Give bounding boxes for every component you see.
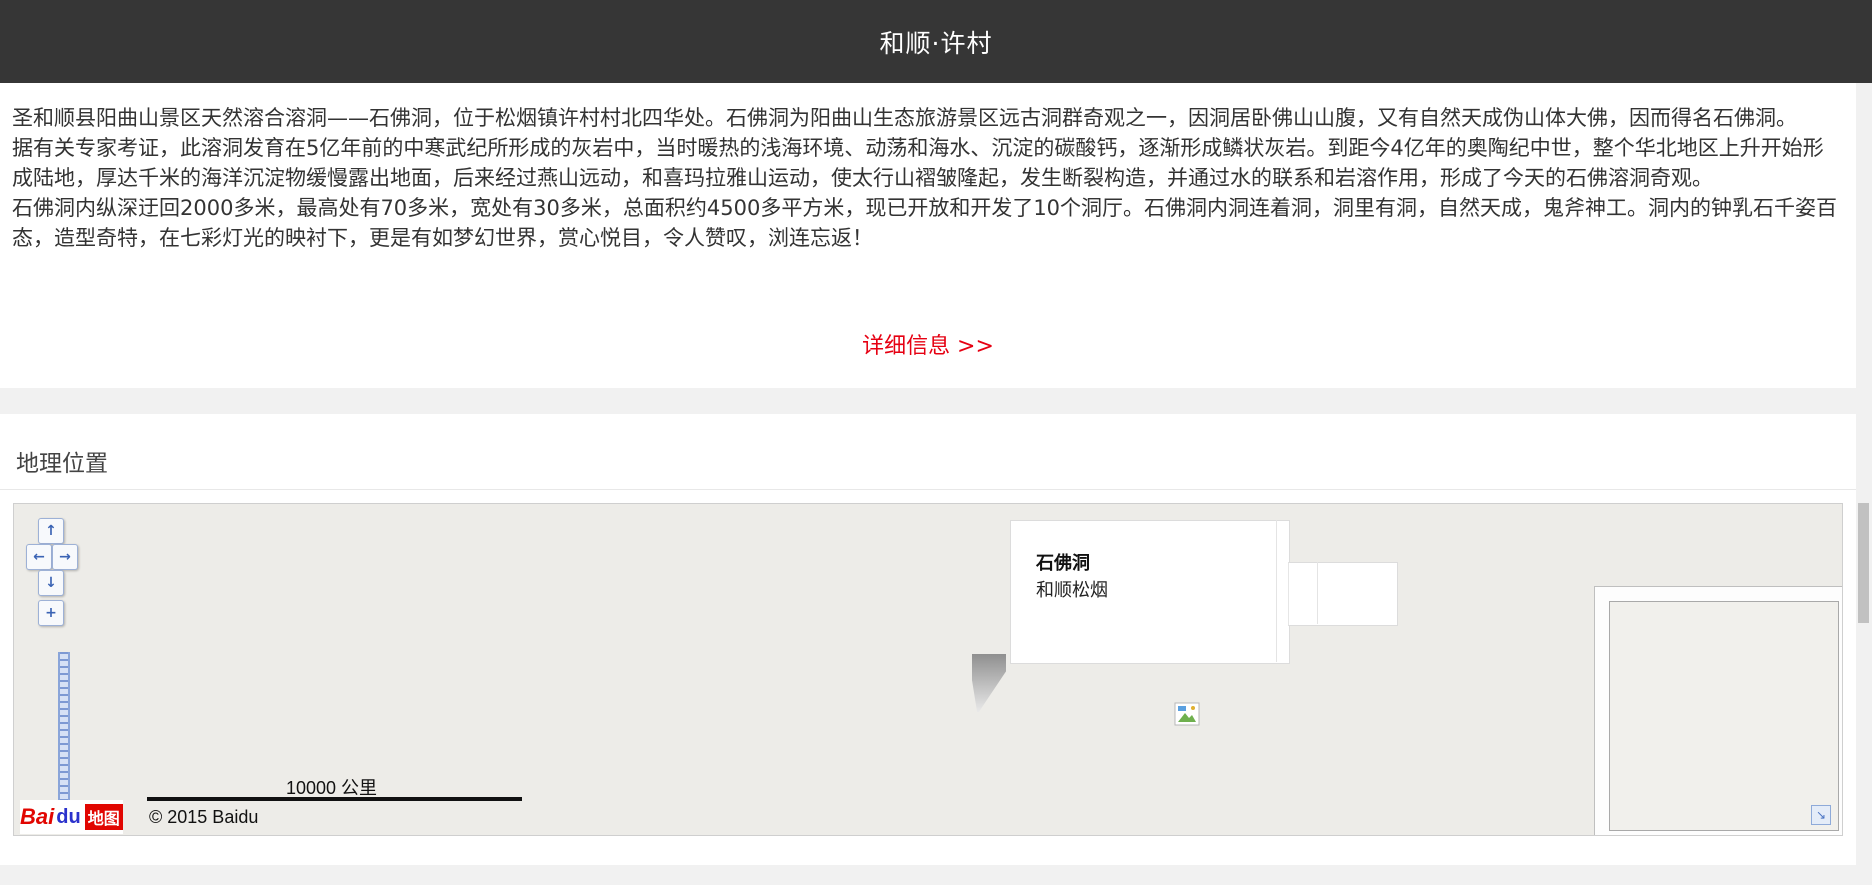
description-card: 圣和顺县阳曲山景区天然溶合溶洞——石佛洞，位于松烟镇许村村北四华处。石佛洞为阳曲… (0, 83, 1856, 388)
info-window-extension (1288, 562, 1398, 626)
zoom-in-button[interactable]: + (38, 600, 64, 626)
baidu-logo[interactable]: Bai du 地图 (20, 800, 123, 834)
description-paragraph: 圣和顺县阳曲山景区天然溶合溶洞——石佛洞，位于松烟镇许村村北四华处。石佛洞为阳曲… (12, 106, 1797, 130)
location-title: 地理位置 (16, 451, 108, 477)
scale-bar (147, 797, 522, 801)
overview-map[interactable]: ↘ (1594, 586, 1842, 835)
description-text: 圣和顺县阳曲山景区天然溶合溶洞——石佛洞，位于松烟镇许村村北四华处。石佛洞为阳曲… (12, 103, 1842, 253)
pan-right-button[interactable]: → (52, 544, 78, 570)
logo-map: 地图 (84, 804, 123, 830)
info-window-seam (1276, 520, 1277, 662)
pan-down-button[interactable]: ↓ (38, 570, 64, 596)
pan-left-button[interactable]: ← (26, 544, 52, 570)
page-scrollbar[interactable] (1856, 83, 1872, 885)
info-place-address: 和顺松烟 (1036, 580, 1108, 601)
info-place-name: 石佛洞 (1036, 553, 1090, 574)
broken-image-icon (1174, 702, 1200, 726)
baidu-map[interactable]: ↑ ← → ↓ + 石佛洞 和顺松烟 ↘ 10000 公里 Bai du 地图 … (13, 503, 1843, 836)
pan-up-button[interactable]: ↑ (38, 518, 64, 544)
copyright-text: © 2015 Baidu (149, 807, 259, 827)
logo-bai: Bai (20, 804, 55, 829)
description-paragraph: 石佛洞内纵深迂回2000多米，最高处有70多米，宽处有30多米，总面积约4500… (12, 196, 1838, 250)
description-paragraph: 据有关专家考证，此溶洞发育在5亿年前的中寒武纪所形成的灰岩中，当时暖热的浅海环境… (12, 136, 1824, 190)
scrollbar-thumb[interactable] (1858, 503, 1869, 623)
page-title: 和顺·许村 (879, 28, 993, 58)
more-info-link[interactable]: 详细信息 >> (0, 328, 1856, 360)
overview-map-view (1609, 601, 1839, 831)
divider (0, 489, 1856, 490)
info-window-pointer (972, 654, 1006, 712)
overview-toggle-icon[interactable]: ↘ (1811, 805, 1831, 825)
info-window-seam (1317, 562, 1318, 624)
location-card: 地理位置 ↑ ← → ↓ + 石佛洞 和顺松烟 ↘ 10000 公里 Bai d… (0, 414, 1856, 865)
top-bar: 和顺·许村 (0, 0, 1872, 83)
logo-du: du (56, 805, 81, 828)
